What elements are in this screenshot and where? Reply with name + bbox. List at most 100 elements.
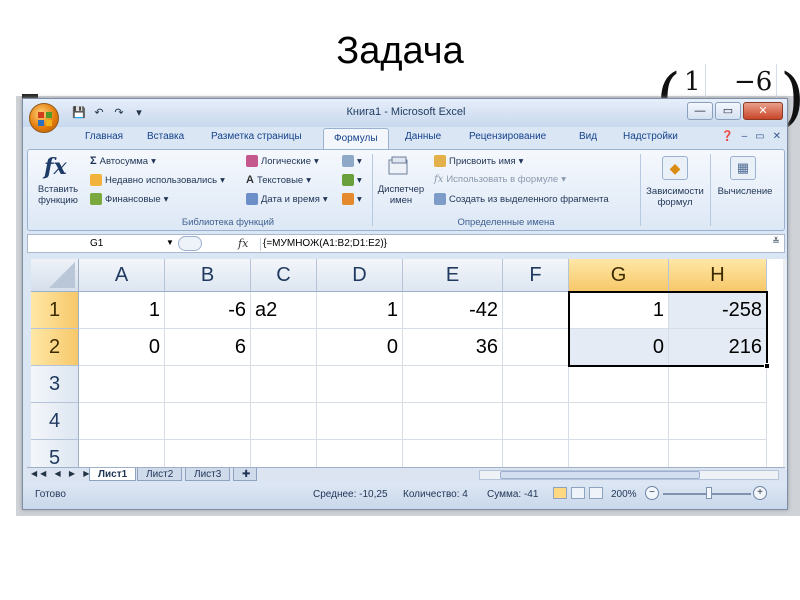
cell-F1[interactable] bbox=[503, 292, 569, 329]
maximize-button[interactable]: ▭ bbox=[715, 102, 741, 120]
cell-B3[interactable] bbox=[165, 366, 251, 403]
cell-F3[interactable] bbox=[503, 366, 569, 403]
assign-name-button[interactable]: Присвоить имя ▾ bbox=[434, 155, 523, 167]
cell-B5[interactable] bbox=[165, 440, 251, 469]
more-functions-button[interactable]: ▾ bbox=[342, 193, 362, 205]
cell-E3[interactable] bbox=[403, 366, 503, 403]
cell-B1[interactable]: -6 bbox=[165, 292, 251, 329]
minimize-button[interactable]: — bbox=[687, 102, 713, 120]
cell-H5[interactable] bbox=[669, 440, 767, 469]
cell-A4[interactable] bbox=[79, 403, 165, 440]
lookup-functions-button[interactable]: ▾ bbox=[342, 155, 362, 167]
ribbon-minimize-icon[interactable]: – bbox=[742, 131, 748, 142]
tab-home[interactable]: Главная bbox=[85, 131, 123, 142]
use-in-formula-button[interactable]: fx Использовать в формуле ▾ bbox=[434, 174, 566, 185]
column-header[interactable]: F bbox=[503, 259, 569, 292]
recent-functions-button[interactable]: Недавно использовались ▾ bbox=[90, 174, 225, 186]
help-icon[interactable]: ❓ bbox=[721, 131, 733, 142]
cell-C2[interactable] bbox=[251, 329, 317, 366]
math-functions-button[interactable]: ▾ bbox=[342, 174, 362, 186]
cell-A1[interactable]: 1 bbox=[79, 292, 165, 329]
cell-G5[interactable] bbox=[569, 440, 669, 469]
name-manager-button[interactable]: Диспетчер имен bbox=[374, 184, 428, 206]
tab-insert[interactable]: Вставка bbox=[147, 131, 184, 142]
tab-page-layout[interactable]: Разметка страницы bbox=[211, 131, 302, 142]
office-button[interactable] bbox=[29, 103, 59, 133]
cell-B4[interactable] bbox=[165, 403, 251, 440]
zoom-slider-thumb[interactable] bbox=[706, 487, 712, 499]
tab-data[interactable]: Данные bbox=[405, 131, 441, 142]
cell-D1[interactable]: 1 bbox=[317, 292, 403, 329]
sheet-tab-1[interactable]: Лист1 bbox=[89, 468, 137, 481]
vertical-scrollbar[interactable] bbox=[783, 259, 787, 469]
column-header[interactable]: H bbox=[669, 259, 767, 292]
fill-handle[interactable] bbox=[764, 363, 770, 369]
sheet-tab-2[interactable]: Лист2 bbox=[137, 468, 183, 481]
cell-H1[interactable]: -258 bbox=[669, 292, 767, 329]
formula-input[interactable]: {=МУМНОЖ(A1:B2;D1:E2)} bbox=[260, 238, 387, 251]
column-header[interactable]: G bbox=[569, 259, 669, 292]
close-button[interactable]: ✕ bbox=[743, 102, 783, 120]
tab-view[interactable]: Вид bbox=[579, 131, 597, 142]
cell-A3[interactable] bbox=[79, 366, 165, 403]
create-from-selection-button[interactable]: Создать из выделенного фрагмента bbox=[434, 193, 609, 205]
cell-E2[interactable]: 36 bbox=[403, 329, 503, 366]
name-box[interactable]: G1 bbox=[28, 235, 178, 252]
tab-formulas[interactable]: Формулы bbox=[323, 128, 389, 149]
formula-dependencies-button[interactable]: Зависимости формул bbox=[642, 186, 708, 208]
cell-C5[interactable] bbox=[251, 440, 317, 469]
cell-D4[interactable] bbox=[317, 403, 403, 440]
zoom-out-button[interactable]: − bbox=[645, 486, 659, 500]
row-header[interactable]: 3 bbox=[31, 366, 79, 403]
column-header[interactable]: C bbox=[251, 259, 317, 292]
cell-H3[interactable] bbox=[669, 366, 767, 403]
zoom-in-button[interactable]: + bbox=[753, 486, 767, 500]
column-header[interactable]: E bbox=[403, 259, 503, 292]
datetime-functions-button[interactable]: Дата и время ▾ bbox=[246, 193, 328, 205]
row-header[interactable]: 4 bbox=[31, 403, 79, 440]
cell-E5[interactable] bbox=[403, 440, 503, 469]
text-functions-button[interactable]: A Текстовые ▾ bbox=[246, 174, 311, 186]
cell-A5[interactable] bbox=[79, 440, 165, 469]
zoom-level[interactable]: 200% bbox=[611, 489, 637, 500]
cell-B2[interactable]: 6 bbox=[165, 329, 251, 366]
column-header[interactable]: D bbox=[317, 259, 403, 292]
cell-G2[interactable]: 0 bbox=[569, 329, 669, 366]
column-header[interactable]: A bbox=[79, 259, 165, 292]
cell-G3[interactable] bbox=[569, 366, 669, 403]
financial-functions-button[interactable]: Финансовые ▾ bbox=[90, 193, 168, 205]
column-header[interactable]: B bbox=[165, 259, 251, 292]
cell-F4[interactable] bbox=[503, 403, 569, 440]
cell-E4[interactable] bbox=[403, 403, 503, 440]
cell-D5[interactable] bbox=[317, 440, 403, 469]
insert-function-fx-icon[interactable]: fx bbox=[238, 237, 248, 250]
cell-C1[interactable]: a2 bbox=[251, 292, 317, 329]
cell-G4[interactable] bbox=[569, 403, 669, 440]
sheet-tab-3[interactable]: Лист3 bbox=[185, 468, 231, 481]
cell-F2[interactable] bbox=[503, 329, 569, 366]
horizontal-scrollbar[interactable] bbox=[479, 470, 779, 480]
cell-H4[interactable] bbox=[669, 403, 767, 440]
row-header[interactable]: 2 bbox=[31, 329, 79, 366]
worksheet-grid[interactable]: A B C D E F G H 1 2 3 4 5 1 -6 a2 1 -42 … bbox=[31, 259, 783, 469]
tab-addins[interactable]: Надстройки bbox=[623, 131, 678, 142]
ribbon-restore-icon[interactable]: ▭ bbox=[755, 131, 764, 142]
select-all-corner[interactable] bbox=[31, 259, 79, 292]
logical-functions-button[interactable]: Логические ▾ bbox=[246, 155, 319, 167]
page-layout-view-button[interactable] bbox=[571, 487, 585, 499]
cell-A2[interactable]: 0 bbox=[79, 329, 165, 366]
row-header[interactable]: 1 bbox=[31, 292, 79, 329]
tab-review[interactable]: Рецензирование bbox=[469, 131, 546, 142]
cell-C4[interactable] bbox=[251, 403, 317, 440]
horizontal-scroll-thumb[interactable] bbox=[500, 471, 700, 479]
fx-icon[interactable]: fx bbox=[44, 154, 67, 180]
page-break-view-button[interactable] bbox=[589, 487, 603, 499]
name-box-dropdown-icon[interactable]: ▼ bbox=[166, 238, 174, 247]
cell-G1[interactable]: 1 bbox=[569, 292, 669, 329]
formula-bar-resize-handle[interactable] bbox=[178, 236, 202, 251]
insert-sheet-icon[interactable]: ✚ bbox=[233, 468, 257, 481]
ribbon-close-icon[interactable]: ✕ bbox=[773, 131, 781, 142]
cell-F5[interactable] bbox=[503, 440, 569, 469]
expand-formula-bar-icon[interactable]: ≚ bbox=[770, 236, 782, 251]
normal-view-button[interactable] bbox=[553, 487, 567, 499]
